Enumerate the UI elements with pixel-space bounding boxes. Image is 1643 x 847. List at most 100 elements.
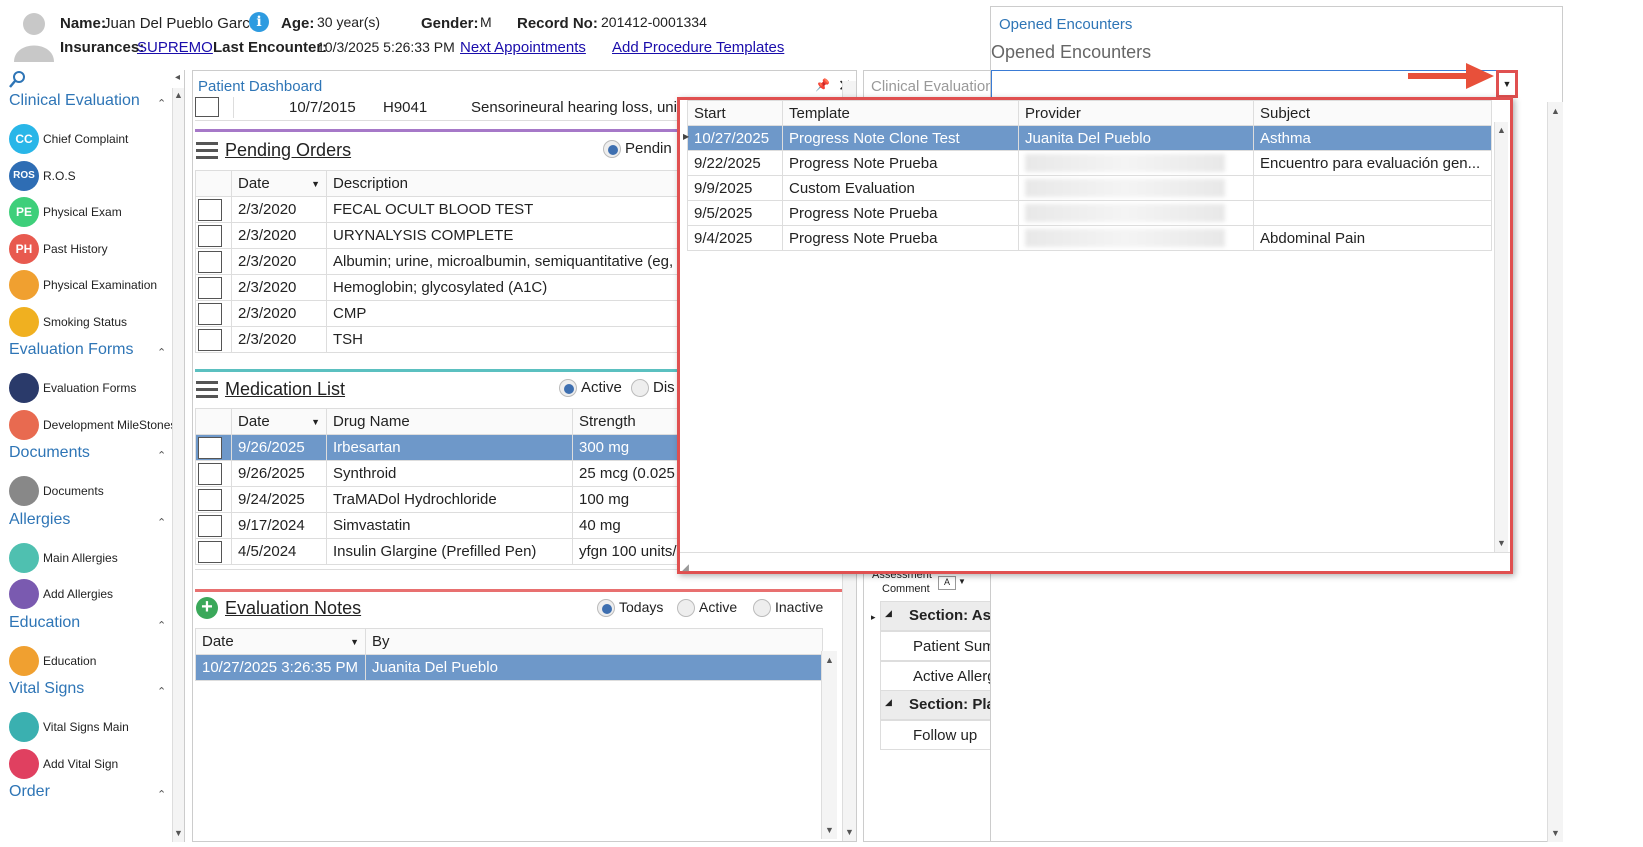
row-checkbox[interactable] (198, 436, 222, 459)
nav-item[interactable]: CC Chief Complaint (9, 122, 179, 156)
row-checkbox[interactable] (198, 540, 222, 563)
col-date[interactable]: Date ▼ (231, 408, 327, 435)
col-drug-name[interactable]: Drug Name (326, 408, 573, 435)
nav-section-title[interactable]: Vital Signs (9, 680, 84, 698)
opened-encounters-link[interactable]: Opened Encounters (999, 16, 1132, 33)
row-expand-icon[interactable]: ▸ (871, 612, 876, 623)
add-procedure-templates-link[interactable]: Add Procedure Templates (612, 39, 784, 56)
nav-item[interactable]: Add Vital Sign (9, 747, 179, 781)
active-radio[interactable]: Active (559, 379, 622, 398)
nav-item[interactable]: ROS R.O.S (9, 159, 179, 193)
nav-item[interactable]: Education (9, 644, 179, 678)
inactive-radio[interactable]: Inactive (753, 599, 823, 618)
section-label: Section: As (909, 607, 991, 624)
todays-radio[interactable]: Todays (597, 599, 663, 618)
active-notes-radio[interactable]: Active (677, 599, 737, 618)
font-icon[interactable]: A (938, 576, 956, 590)
row-checkbox[interactable] (198, 328, 222, 351)
chevron-down-icon[interactable]: ▼ (958, 577, 966, 586)
problem-code: H9041 (383, 99, 428, 116)
order-date: 2/3/2020 (231, 248, 327, 275)
nav-section-title[interactable]: Evaluation Forms (9, 341, 134, 359)
collapse-caret-icon[interactable]: ⌃ (157, 619, 166, 632)
medication-list-title[interactable]: Medication List (225, 379, 345, 400)
nav-section-title[interactable]: Order (9, 783, 50, 801)
row-checkbox[interactable] (198, 462, 222, 485)
collapse-caret-icon[interactable]: ⌃ (157, 449, 166, 462)
nav-item[interactable]: Documents (9, 474, 179, 508)
col-date[interactable]: Date ▼ (231, 170, 327, 197)
field-row[interactable]: Active Allerg (880, 661, 996, 691)
nav-item[interactable]: Vital Signs Main (9, 710, 179, 744)
row-checkbox[interactable] (198, 198, 222, 221)
nav-section-title[interactable]: Documents (9, 444, 90, 462)
encounter-start: 9/22/2025 (687, 150, 783, 176)
row-checkbox[interactable] (198, 302, 222, 325)
menu-icon[interactable] (196, 142, 218, 160)
pending-orders-title[interactable]: Pending Orders (225, 140, 351, 161)
insurances-label: Insurances: (60, 39, 145, 56)
collapse-caret-icon[interactable]: ⌃ (157, 97, 166, 110)
popup-scrollbar[interactable]: ▲ ▼ (1494, 122, 1508, 552)
resize-grip-icon[interactable]: ◢ (682, 562, 689, 573)
nav-item[interactable]: Physical Examination (9, 268, 179, 302)
info-icon[interactable]: i (249, 12, 269, 32)
nav-item[interactable]: Evaluation Forms (9, 371, 179, 405)
pending-radio[interactable]: Pendin (603, 140, 672, 159)
col-provider[interactable]: Provider (1018, 100, 1254, 126)
encounters-scrollbar[interactable]: ▲ ▼ (1547, 102, 1563, 842)
search-icon[interactable] (9, 70, 27, 88)
row-checkbox[interactable] (198, 514, 222, 537)
encounter-row[interactable]: 9/9/2025 Custom Evaluation (687, 175, 1492, 201)
row-checkbox-cell (195, 248, 232, 275)
section-row[interactable]: ◢ Section: Pla (880, 690, 995, 720)
nav-item[interactable]: Smoking Status (9, 305, 179, 339)
row-checkbox[interactable] (198, 488, 222, 511)
encounter-row[interactable]: 9/22/2025 Progress Note Prueba Encuentro p… (687, 150, 1492, 176)
discontinued-radio[interactable]: Dis (631, 379, 675, 398)
field-label: Follow up (913, 727, 978, 744)
col-template[interactable]: Template (782, 100, 1019, 126)
dropdown-button[interactable]: ▼ (1496, 70, 1518, 98)
encounter-row[interactable]: 9/5/2025 Progress Note Prueba (687, 200, 1492, 226)
nav-item[interactable]: Add Allergies (9, 577, 179, 611)
col-date[interactable]: Date ▼ (195, 628, 366, 655)
add-icon[interactable]: + (196, 597, 218, 619)
col-start[interactable]: Start (687, 100, 783, 126)
encounter-row[interactable]: 9/4/2025 Progress Note Prueba Abdominal Pa… (687, 225, 1492, 251)
evaluation-notes-title[interactable]: Evaluation Notes (225, 598, 361, 619)
collapse-caret-icon[interactable]: ⌃ (157, 788, 166, 801)
row-checkbox[interactable] (198, 224, 222, 247)
nav-item[interactable]: PE Physical Exam (9, 195, 179, 229)
field-label: Active Allerg (913, 668, 996, 685)
collapse-icon[interactable]: ◂ (175, 72, 180, 83)
next-appointments-link[interactable]: Next Appointments (460, 39, 586, 56)
col-by[interactable]: By (365, 628, 823, 655)
field-row[interactable]: Patient Sum (880, 631, 995, 661)
drug-name: Irbesartan (326, 434, 573, 461)
encounters-table: Start Template Provider Subject 10/27/20… (687, 100, 1492, 251)
pin-icon[interactable]: 📌 (815, 78, 830, 92)
row-checkbox-cell (195, 434, 232, 461)
encounter-row[interactable]: 10/27/2025 Progress Note Clone Test Juanit… (687, 125, 1492, 151)
nav-section-title[interactable]: Allergies (9, 511, 70, 529)
section-row[interactable]: ◢ Section: As (880, 601, 992, 631)
nav-section-title[interactable]: Education (9, 614, 80, 632)
row-checkbox[interactable] (198, 250, 222, 273)
col-subject[interactable]: Subject (1253, 100, 1492, 126)
table-row[interactable]: 10/27/2025 3:26:35 PM Juanita Del Pueblo (195, 654, 823, 681)
nav-section-title[interactable]: Clinical Evaluation (9, 92, 140, 110)
insurance-link[interactable]: SUPREMO (137, 39, 213, 56)
nav-item[interactable]: Development MileStones (9, 408, 179, 442)
nav-scrollbar[interactable]: ▲ ▼ (172, 88, 184, 842)
nav-item[interactable]: Main Allergies (9, 541, 179, 575)
collapse-caret-icon[interactable]: ⌃ (157, 346, 166, 359)
row-checkbox[interactable] (198, 276, 222, 299)
collapse-caret-icon[interactable]: ⌃ (157, 685, 166, 698)
collapse-caret-icon[interactable]: ⌃ (157, 516, 166, 529)
menu-icon[interactable] (196, 381, 218, 399)
field-label: Patient Sum (913, 638, 995, 655)
field-row[interactable]: Follow up (880, 720, 992, 750)
nav-item[interactable]: PH Past History (9, 232, 179, 266)
notes-scrollbar[interactable]: ▲ ▼ (821, 651, 837, 839)
